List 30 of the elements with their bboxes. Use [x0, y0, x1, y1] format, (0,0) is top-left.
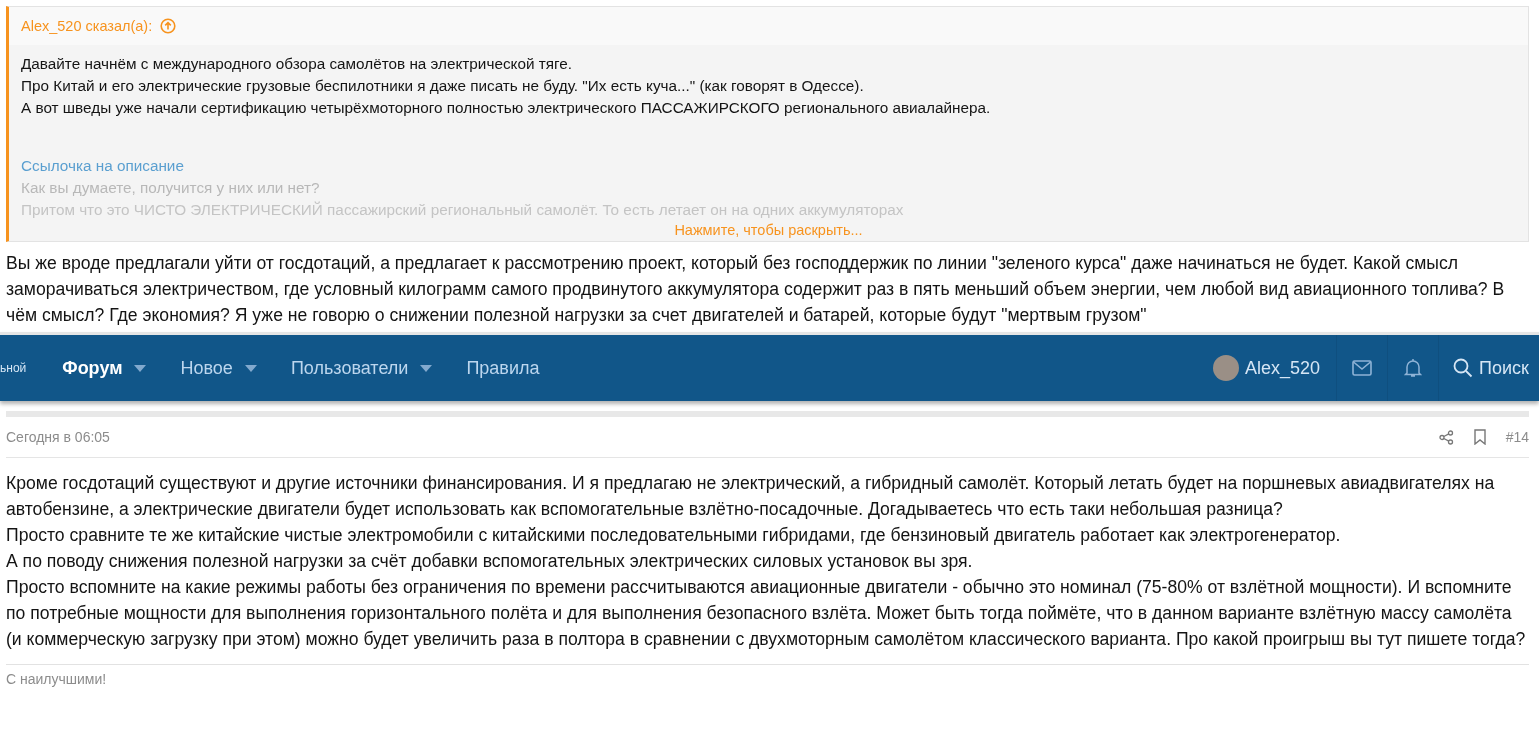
- post-paragraph: Кроме госдотаций существуют и другие источники финансирования. И я предлагаю не электрический, а гибридный самолёт. Который летать будет на поршневых авиадвигателях на автобензине, а электрические двигатели будет использовать как вспомогательные взлётно-посадочные. Догадываетесь что есть таки небольшая разница?: [6, 472, 1496, 521]
- post-paragraph: Просто сравните те же китайские чистые электромобили с китайскими последовательными гибридами, где бензиновый двигатель работает как электрогенератор.: [6, 524, 1342, 547]
- nav-tab[interactable]: Форум: [62, 357, 123, 379]
- bookmark-icon[interactable]: [1473, 429, 1486, 445]
- nav-cut-label[interactable]: ьной: [0, 361, 27, 375]
- arrow-up-circle-icon[interactable]: [160, 18, 177, 34]
- avatar-icon: [1213, 355, 1240, 381]
- nav-tab[interactable]: Правила: [466, 357, 540, 379]
- share-icon[interactable]: [1438, 429, 1454, 445]
- nav-tab[interactable]: Новое: [180, 357, 233, 379]
- post-paragraph: А по поводу снижения полезной нагрузки за счёт добавки вспомогательных электрических силовых установок вы зря.: [6, 550, 974, 573]
- quote-text-line: А вот шведы уже начали сертификацию четырёхмоторного полностью электрического ПАССАЖИРСКОГО регионального авиалайнера.: [21, 98, 992, 118]
- search-button[interactable]: Поиск: [1438, 335, 1539, 401]
- quote-text-line: Давайте начнём с международного обзора самолётов на электрической тяге.: [21, 54, 573, 74]
- signature: С наилучшими!: [6, 664, 1529, 687]
- post-time[interactable]: Сегодня в 06:05: [6, 429, 110, 445]
- caret-icon[interactable]: [134, 364, 147, 372]
- user-menu[interactable]: Alex_520: [1213, 335, 1337, 401]
- description-link[interactable]: Ссылочка на описание: [21, 155, 1516, 177]
- nav-tab[interactable]: Пользователи: [290, 357, 409, 379]
- post-paragraph: Просто вспомните на какие режимы работы без ограничения по времени рассчитываются авиационные двигатели - обычно это номинал (75-80% от взлётной мощности). И вспомните по потребные мощности для выполнения горизонтального полёта и для выполнения безопасного взлёта. Может быть тогда поймёте, что в данном варианте взлётную массу самолёта (и коммерческую загрузку при этом) можно будет увеличить раза в полтора в сравнении с двухмоторным самолётом классического варианта. Про какой проигрыш вы тут пишете тогда?: [6, 576, 1527, 651]
- quote-text-line: Про Китай и его электрические грузовые беспилотники я даже писать не буду. "Их есть куча..." (как говорят в Одессе).: [21, 76, 865, 96]
- caret-icon[interactable]: [420, 364, 433, 372]
- post-number[interactable]: #14: [1505, 429, 1529, 445]
- envelope-icon[interactable]: [1352, 360, 1373, 376]
- faded-quote-line: Как вы думаете, получится у них или нет?: [21, 178, 321, 198]
- caret-icon[interactable]: [244, 364, 257, 372]
- bell-icon[interactable]: [1404, 358, 1423, 378]
- reply-text: Вы же вроде предлагали уйти от госдотаций, а предлагает к рассмотрению проект, который без господдержик по линии "зеленого курса" даже начинаться не будет. Какой смысл заморачиваться электричеством, где условный килограмм самого продвинутого аккумулятора содержит раз в пять меньший объем энергии, чем любой вид авиационного топлива? В чём смысл? Где экономия? Я уже не говорю о снижении полезной нагрузки за счет двигателей и батарей, которые будут "мертвым грузом": [6, 252, 1506, 327]
- search-icon: [1453, 358, 1474, 378]
